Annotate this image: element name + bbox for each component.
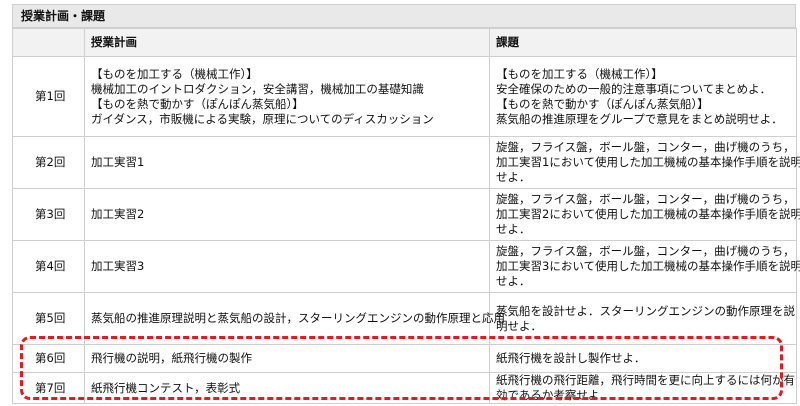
task-cell: 旋盤，フライス盤，ボール盤，コンター，曲げ機のうち， 加工実習3において使用した… — [489, 240, 800, 293]
task-line: 紙飛行機を設計し製作せよ． — [496, 351, 646, 365]
plan-cell: 加工実習3 — [84, 240, 490, 293]
task-cell: 紙飛行機の飛行距離，飛行時間を更に向上するには何が有 効であるか考察せよ — [489, 372, 797, 404]
lesson-number: 第4回 — [12, 240, 85, 293]
task-line: 蒸気船を設計せよ．スターリングエンジンの動作原理を説 — [496, 303, 795, 318]
task-line: 加工実習2において使用した加工機械の基本操作手順を説明 — [496, 207, 800, 221]
task-cell: 紙飛行機を設計し製作せよ． — [489, 344, 797, 373]
task-line: 明せよ． — [496, 318, 542, 333]
plan-line: 加工実習2 — [91, 207, 145, 221]
lesson-number: 第5回 — [12, 292, 85, 345]
task-line: 【ものを加工する（機械工作）】 — [496, 66, 663, 81]
table-row: 第2回 加工実習1 旋盤，フライス盤，ボール盤，コンター，曲げ機のうち， 加工実… — [12, 136, 800, 189]
task-line: 旋盤，フライス盤，ボール盤，コンター，曲げ機のうち， — [496, 192, 795, 206]
header-lesson — [12, 28, 85, 57]
plan-line: 【ものを熱で動かす（ぽんぽん蒸気船）】 — [91, 96, 304, 111]
plan-line: 蒸気船の推進原理説明と蒸気船の設計，スターリングエンジンの動作原理と応用 — [91, 311, 505, 325]
task-line: 【ものを熱で動かす（ぽんぽん蒸気船）】 — [496, 96, 709, 111]
task-line: 効であるか考察せよ — [496, 388, 600, 402]
table-row: 第7回 紙飛行機コンテスト，表彰式 紙飛行機の飛行距離，飛行時間を更に向上するに… — [12, 372, 797, 404]
lesson-plan-table: 授業計画 課題 第1回 【ものを加工する（機械工作）】 機械加工のイントロダクシ… — [12, 28, 800, 404]
section-title: 授業計画・課題 — [12, 4, 796, 28]
table-header-row: 授業計画 課題 — [12, 28, 797, 57]
task-line: 紙飛行機の飛行距離，飛行時間を更に向上するには何が有 — [496, 373, 795, 387]
task-line: 蒸気船の推進原理をグループで意見をまとめ説明せよ． — [496, 111, 783, 126]
plan-cell: 加工実習1 — [84, 136, 490, 189]
task-line: 旋盤，フライス盤，ボール盤，コンター，曲げ機のうち， — [496, 140, 795, 154]
plan-cell: 加工実習2 — [84, 188, 490, 241]
task-cell: 旋盤，フライス盤，ボール盤，コンター，曲げ機のうち， 加工実習2において使用した… — [489, 188, 800, 241]
header-plan: 授業計画 — [84, 28, 490, 57]
task-cell: 【ものを加工する（機械工作）】 安全確保のための一般的注意事項についてまとめよ．… — [489, 56, 797, 137]
header-task: 課題 — [489, 28, 797, 57]
task-line: せよ． — [496, 222, 531, 236]
task-line: 加工実習1において使用した加工機械の基本操作手順を説明 — [496, 155, 800, 169]
task-line: 加工実習3において使用した加工機械の基本操作手順を説明 — [496, 259, 800, 273]
task-line: 旋盤，フライス盤，ボール盤，コンター，曲げ機のうち， — [496, 244, 795, 258]
table-row: 第3回 加工実習2 旋盤，フライス盤，ボール盤，コンター，曲げ機のうち， 加工実… — [12, 188, 800, 241]
plan-line: 紙飛行機コンテスト，表彰式 — [91, 380, 241, 395]
plan-line: 機械加工のイントロダクション，安全講習，機械加工の基礎知識 — [91, 81, 424, 96]
task-line: せよ． — [496, 274, 531, 288]
plan-line: 加工実習3 — [91, 259, 145, 273]
plan-line: 加工実習1 — [91, 155, 145, 169]
plan-line: 【ものを加工する（機械工作）】 — [91, 66, 258, 81]
table-row: 第5回 蒸気船の推進原理説明と蒸気船の設計，スターリングエンジンの動作原理と応用… — [12, 292, 797, 345]
task-line: 安全確保のための一般的注意事項についてまとめよ． — [496, 81, 772, 96]
lesson-number: 第6回 — [12, 344, 85, 373]
plan-cell: 飛行機の説明，紙飛行機の製作 — [84, 344, 490, 373]
plan-cell: 紙飛行機コンテスト，表彰式 — [84, 372, 490, 404]
task-cell: 蒸気船を設計せよ．スターリングエンジンの動作原理を説 明せよ． — [489, 292, 797, 345]
lesson-number: 第2回 — [12, 136, 85, 189]
lesson-number: 第7回 — [12, 372, 85, 404]
plan-cell: 【ものを加工する（機械工作）】 機械加工のイントロダクション，安全講習，機械加工… — [84, 56, 490, 137]
plan-cell: 蒸気船の推進原理説明と蒸気船の設計，スターリングエンジンの動作原理と応用 — [84, 292, 505, 345]
task-line: せよ． — [496, 170, 531, 184]
table-row: 第6回 飛行機の説明，紙飛行機の製作 紙飛行機を設計し製作せよ． — [12, 344, 797, 373]
task-cell: 旋盤，フライス盤，ボール盤，コンター，曲げ機のうち， 加工実習1において使用した… — [489, 136, 800, 189]
table-row: 第4回 加工実習3 旋盤，フライス盤，ボール盤，コンター，曲げ機のうち， 加工実… — [12, 240, 800, 293]
lesson-number: 第3回 — [12, 188, 85, 241]
table-row: 第1回 【ものを加工する（機械工作）】 機械加工のイントロダクション，安全講習，… — [12, 56, 797, 137]
lesson-number: 第1回 — [12, 56, 85, 137]
plan-line: 飛行機の説明，紙飛行機の製作 — [91, 351, 252, 365]
plan-line: ガイダンス，市販機による実験，原理についてのディスカッション — [91, 111, 434, 126]
